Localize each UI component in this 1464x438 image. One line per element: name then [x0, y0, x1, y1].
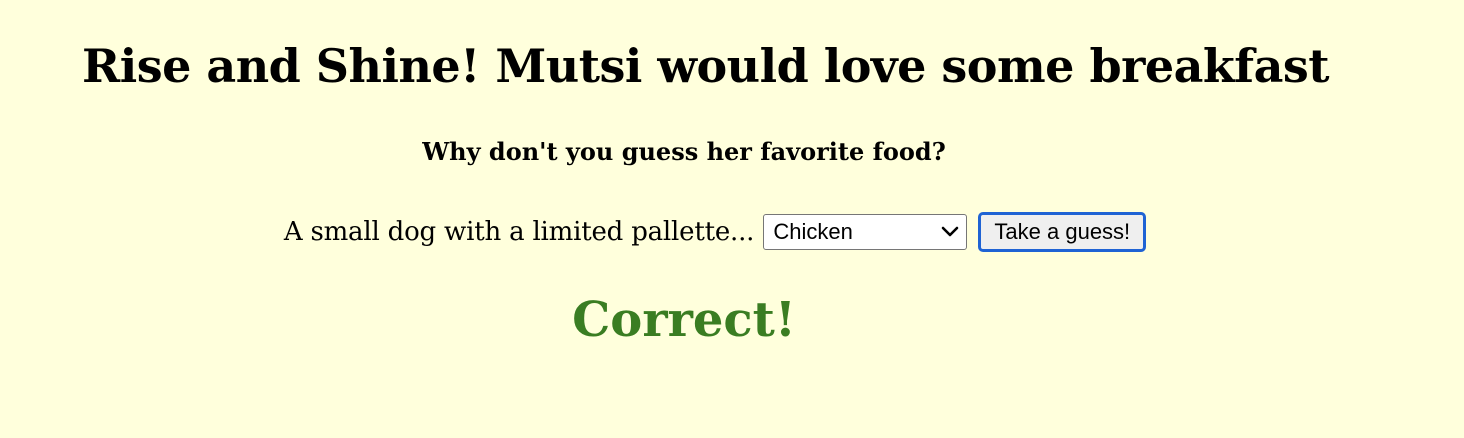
page-subtitle: Why don't you guess her favorite food?	[422, 137, 946, 166]
food-select[interactable]: Chicken	[763, 214, 968, 250]
guess-prompt: A small dog with a limited pallette...	[283, 217, 755, 247]
food-select-value: Chicken	[773, 219, 853, 244]
chevron-down-icon	[940, 215, 960, 249]
guess-form: A small dog with a limited pallette... C…	[0, 212, 1430, 252]
result-message: Correct!	[572, 292, 796, 348]
page-title: Rise and Shine! Mutsi would love some br…	[82, 39, 1330, 93]
page: { "header": { "title": "Rise and Shine! …	[0, 0, 1464, 438]
take-a-guess-button[interactable]: Take a guess!	[978, 212, 1147, 252]
